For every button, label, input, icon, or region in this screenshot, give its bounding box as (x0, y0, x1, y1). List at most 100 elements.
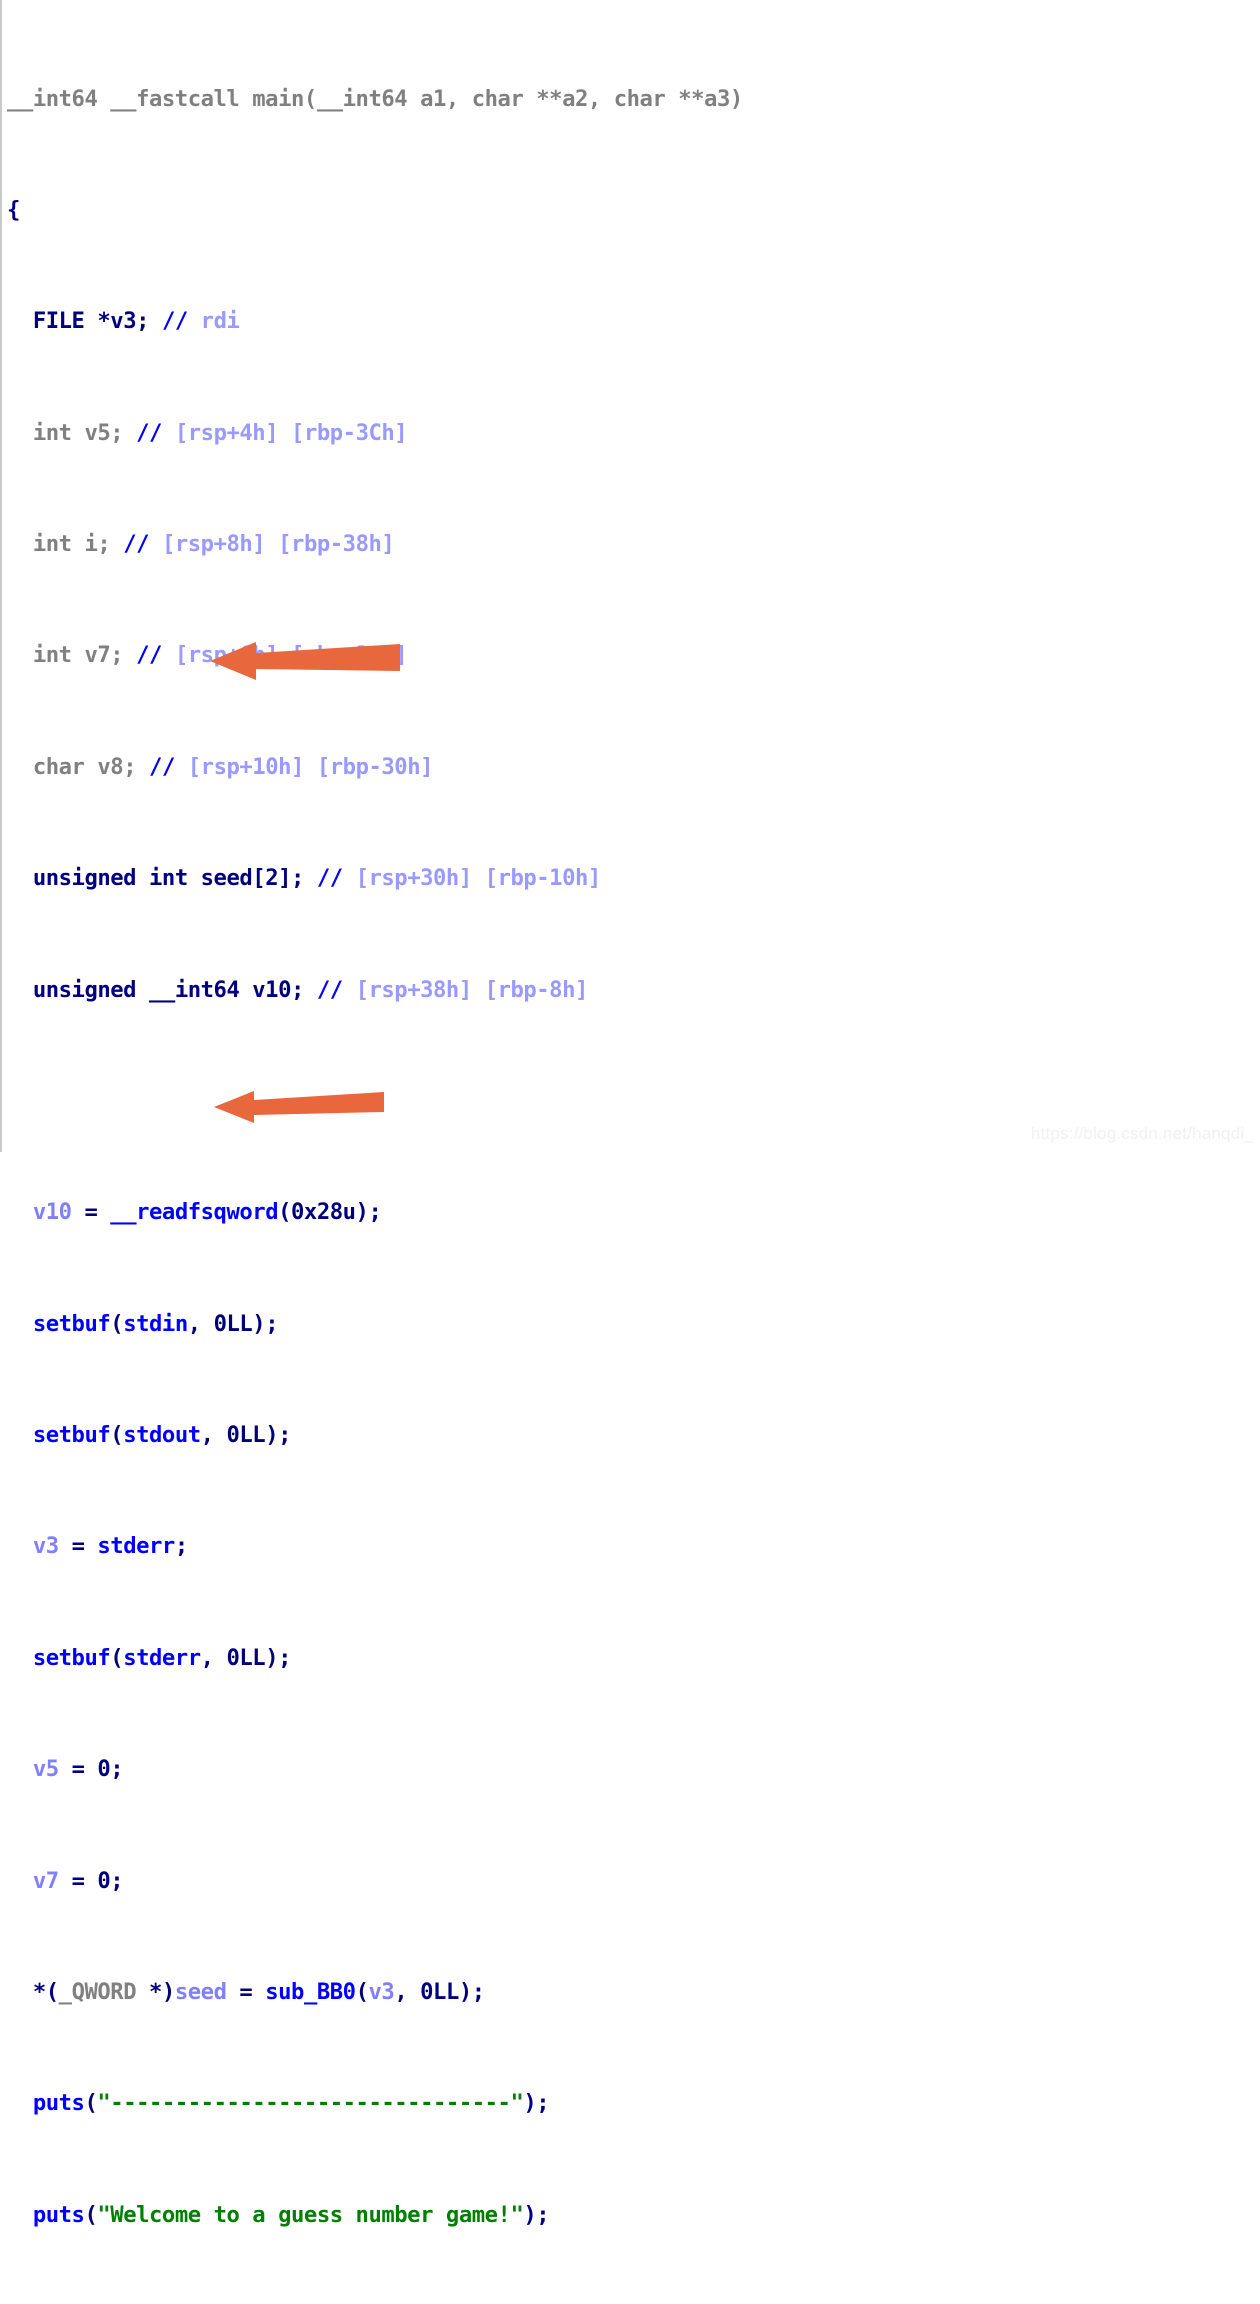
token-punct: *) (149, 1978, 175, 2005)
code-line-1[interactable]: __int64 __fastcall main(__int64 a1, char… (7, 86, 949, 114)
token-comment-slash: // (136, 642, 162, 669)
code-line-17[interactable]: v7 = 0; (7, 1868, 949, 1896)
token-comment-loc: [rsp+4h] [rbp-3Ch] (161, 419, 408, 446)
token-string-divider: "-------------------------------" (97, 2090, 524, 2117)
annotation-arrow-sub-c3e (214, 1089, 384, 1125)
token-punct: = 0; (58, 1756, 124, 1783)
token-punct: ( (110, 1310, 124, 1337)
token-punct: ; (174, 1533, 188, 1560)
token-var-v3[interactable]: v3 (369, 1979, 395, 2005)
token-function-main[interactable]: main (252, 86, 304, 112)
token-comment-loc: [rsp+30h] [rbp-10h] (342, 865, 602, 892)
token-var-v3[interactable]: v3 (110, 308, 136, 334)
token-symbol-stderr[interactable]: stderr (97, 1533, 175, 1559)
code-line-16[interactable]: v5 = 0; (7, 1756, 949, 1784)
token-comment-slash: // (149, 753, 175, 780)
token-string-welcome: "Welcome to a guess number game!" (97, 2201, 524, 2228)
token-symbol-stderr[interactable]: stderr (123, 1645, 201, 1671)
token-punct: = (71, 1199, 111, 1226)
token-punct: ; (136, 308, 162, 335)
token-punct: , 0LL); (200, 1422, 292, 1449)
token-function-puts[interactable]: puts (33, 2090, 85, 2116)
code-line-19[interactable]: puts("-------------------------------"); (7, 2090, 949, 2118)
token-punct: [2]; (252, 865, 317, 892)
token-function-sub-bb0[interactable]: sub_BB0 (265, 1979, 356, 2005)
token-comment-slash: // (136, 419, 162, 446)
token-type-qword: _QWORD (58, 1978, 150, 2005)
token-var-v7[interactable]: v7 (33, 1868, 59, 1894)
token-comment-loc: [rsp+10h] [rbp-30h] (174, 753, 434, 780)
token-punct: ; (123, 753, 150, 780)
token-punct: (__int64 a1, char **a2, char **a3) (303, 85, 743, 112)
token-type-unsigned-int: unsigned int (32, 865, 201, 892)
token-type: __int64 __fastcall (7, 85, 253, 112)
token-punct: ( (84, 2090, 98, 2117)
token-var-seed[interactable]: seed (201, 865, 253, 891)
token-var-i[interactable]: i (84, 531, 97, 557)
arrow-left-icon (210, 642, 400, 680)
token-punct: ); (523, 2201, 550, 2228)
token-comment-slash: // (123, 531, 150, 558)
pseudocode-view[interactable]: __int64 __fastcall main(__int64 a1, char… (0, 0, 1260, 2228)
code-line-2[interactable]: { (7, 197, 949, 225)
token-var-v7[interactable]: v7 (84, 642, 110, 668)
token-comment-slash: // (316, 976, 343, 1003)
code-listing[interactable]: __int64 __fastcall main(__int64 a1, char… (7, 2, 949, 2304)
token-punct: = 0; (58, 1867, 124, 1894)
token-type-int: int (32, 642, 85, 669)
token-var-v10[interactable]: v10 (252, 977, 291, 1003)
code-line-15[interactable]: setbuf(stderr, 0LL); (7, 1645, 949, 1673)
token-comment-slash: // (161, 308, 188, 335)
token-type-char: char (32, 753, 98, 780)
token-punct: ; (110, 642, 137, 669)
token-comment-slash: // (316, 865, 343, 892)
code-line-4[interactable]: int v5; // [rsp+4h] [rbp-3Ch] (7, 420, 949, 448)
token-punct: ; (97, 531, 124, 558)
code-line-20[interactable]: puts("Welcome to a guess number game!"); (7, 2202, 949, 2230)
token-var-v3[interactable]: v3 (33, 1533, 59, 1559)
token-function-setbuf[interactable]: setbuf (33, 1422, 111, 1448)
code-line-13[interactable]: setbuf(stdout, 0LL); (7, 1422, 949, 1450)
token-var-v8[interactable]: v8 (97, 754, 123, 780)
token-brace-open: { (7, 196, 20, 223)
token-punct: (0x28u); (278, 1199, 382, 1226)
token-punct: ; (291, 976, 317, 1003)
token-punct: ); (523, 2090, 550, 2117)
code-line-9[interactable]: unsigned __int64 v10; // [rsp+38h] [rbp-… (7, 977, 949, 1005)
code-line-12[interactable]: setbuf(stdin, 0LL); (7, 1311, 949, 1339)
token-punct: , 0LL); (394, 1978, 485, 2005)
code-line-11[interactable]: v10 = __readfsqword(0x28u); (7, 1199, 949, 1227)
token-var-v5[interactable]: v5 (33, 1756, 59, 1782)
token-function-readfsqword[interactable]: __readfsqword (110, 1199, 278, 1225)
token-punct: , 0LL); (187, 1310, 279, 1337)
token-function-puts[interactable]: puts (33, 2202, 85, 2228)
token-var-v10[interactable]: v10 (33, 1199, 72, 1225)
arrow-left-icon (214, 1091, 384, 1123)
token-type-int: int (32, 419, 85, 446)
token-var-v5[interactable]: v5 (84, 420, 110, 446)
token-function-setbuf[interactable]: setbuf (33, 1311, 111, 1337)
token-symbol-stdin[interactable]: stdin (123, 1311, 188, 1337)
token-punct: = (226, 1978, 266, 2005)
token-punct: *( (32, 1978, 59, 2005)
token-symbol-stdout[interactable]: stdout (123, 1422, 201, 1448)
watermark: https://blog.csdn.net/hanqdi_ (1030, 1124, 1254, 1143)
token-function-setbuf[interactable]: setbuf (33, 1645, 111, 1671)
code-line-3[interactable]: FILE *v3; // rdi (7, 308, 949, 336)
token-punct: , 0LL); (200, 1644, 292, 1671)
token-punct: ( (84, 2201, 98, 2228)
annotation-arrow-gets (210, 640, 400, 684)
token-type-file: FILE * (32, 308, 111, 335)
code-line-14[interactable]: v3 = stderr; (7, 1533, 949, 1561)
code-line-8[interactable]: unsigned int seed[2]; // [rsp+30h] [rbp-… (7, 865, 949, 893)
token-comment-loc: [rsp+38h] [rbp-8h] (342, 976, 589, 1003)
code-line-6[interactable]: int v7; // [rsp+Ch] [rbp-34h] (7, 642, 949, 670)
token-comment-loc: [rsp+8h] [rbp-38h] (149, 531, 395, 558)
token-var-seed[interactable]: seed (175, 1979, 227, 2005)
code-line-7[interactable]: char v8; // [rsp+10h] [rbp-30h] (7, 754, 949, 782)
token-punct: ( (355, 1978, 369, 2005)
token-punct: = (58, 1533, 98, 1560)
code-line-18[interactable]: *(_QWORD *)seed = sub_BB0(v3, 0LL); (7, 1979, 949, 2007)
code-line-5[interactable]: int i; // [rsp+8h] [rbp-38h] (7, 531, 949, 559)
